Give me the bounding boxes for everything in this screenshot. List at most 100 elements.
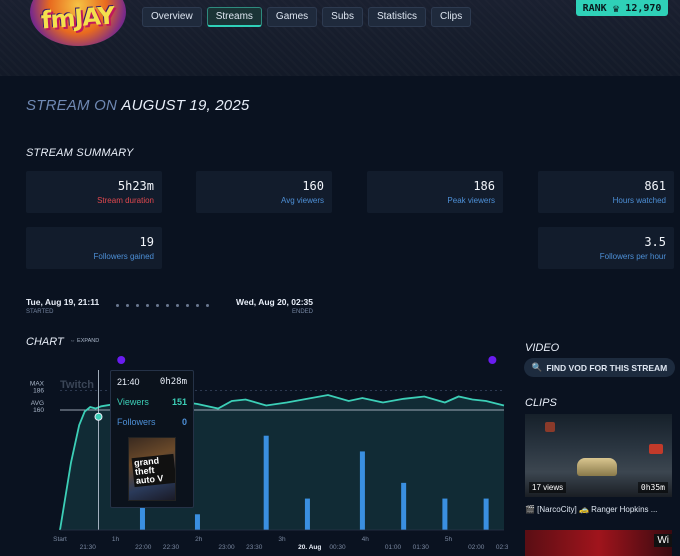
stream-end: Wed, Aug 20, 02:35 ENDED: [236, 297, 313, 315]
timeline-dot: [206, 304, 209, 307]
stat-value: 186: [473, 179, 495, 193]
followers-bar: [483, 498, 489, 530]
followers-bar: [263, 435, 269, 530]
video-heading: VIDEO: [525, 342, 560, 354]
y-axis-label: MAX: [30, 381, 45, 388]
stat-label: Hours watched: [612, 196, 666, 205]
timeline-dot: [116, 304, 119, 307]
start-label: STARTED: [26, 309, 54, 315]
tooltip-time: 21:40: [117, 377, 140, 387]
find-vod-button[interactable]: 🔍 FIND VOD FOR THIS STREAM: [524, 358, 675, 377]
stat-card: 5h23m Stream duration: [26, 171, 162, 213]
end-label: ENDED: [291, 309, 313, 315]
stat-label: Stream duration: [97, 196, 154, 205]
followers-bar: [194, 514, 200, 530]
summary-heading: STREAM SUMMARY: [26, 147, 134, 159]
timeline-dot: [186, 304, 189, 307]
x-tick-label: 01:30: [413, 544, 430, 551]
top-banner: fmJAY Overview Streams Games Subs Statistics…: [0, 0, 680, 76]
rank-badge: RANK ♛ 12,970: [576, 0, 668, 16]
stat-card: 3.5 Followers per hour: [538, 227, 674, 269]
nav-overview[interactable]: Overview: [142, 7, 202, 27]
clip-views: 17 views: [529, 482, 567, 493]
game-cover-text: grand theft auto V: [131, 453, 175, 488]
hover-point: [94, 412, 103, 421]
x-tick-label: Start: [53, 536, 67, 543]
clip-thumbnail[interactable]: 17 views 0h35m: [525, 414, 672, 497]
tooltip-followers-label: Followers: [117, 417, 156, 427]
thumbnail-car: [577, 458, 617, 476]
x-tick-label: 02:30: [496, 544, 508, 551]
clip-duration: 0h35m: [637, 482, 668, 493]
x-tick-label: 21:30: [80, 544, 97, 551]
title-prefix: STREAM ON: [26, 97, 117, 114]
nav-clips[interactable]: Clips: [430, 7, 472, 27]
event-marker: [488, 356, 497, 364]
followers-bar: [304, 498, 310, 530]
watermark-text: Twitch: [60, 379, 94, 391]
x-tick-label: 22:00: [135, 544, 152, 551]
tooltip-viewers-value: 151: [171, 397, 187, 407]
stat-label: Followers per hour: [599, 252, 666, 261]
page-title: STREAM ON AUGUST 19, 2025: [26, 97, 249, 114]
tooltip-followers-value: 0: [181, 417, 187, 427]
clip-overlay-text: Wi: [654, 534, 672, 547]
tooltip-duration: 0h28m: [159, 377, 187, 387]
y-axis-label: AVG: [31, 400, 44, 407]
stat-value: 19: [139, 235, 154, 249]
followers-bar: [401, 482, 407, 530]
followers-bar: [442, 498, 448, 530]
stream-start: Tue, Aug 19, 21:11 STARTED: [26, 297, 99, 315]
stat-label: Peak viewers: [447, 196, 495, 205]
nav-games[interactable]: Games: [266, 7, 318, 27]
find-vod-label: FIND VOD FOR THIS STREAM: [546, 362, 668, 373]
x-tick-label: 4h: [362, 536, 370, 543]
clip-title[interactable]: 🎬 [NarcoCity] 🚕 Ranger Hopkins ...: [525, 505, 675, 514]
x-tick-label: 02:00: [468, 544, 485, 551]
x-tick-label: 1h: [112, 536, 120, 543]
chart-tooltip: 21:40 0h28m Viewers 151 Followers 0 grand t…: [110, 370, 194, 508]
stat-card: 186 Peak viewers: [367, 171, 503, 213]
clips-heading: CLIPS: [525, 397, 557, 409]
x-tick-label: 23:30: [246, 544, 263, 551]
followers-bar: [359, 451, 365, 530]
nav-statistics[interactable]: Statistics: [367, 7, 426, 27]
x-tick-label: 5h: [445, 536, 453, 543]
chart-heading: CHART: [26, 336, 64, 348]
stream-chart[interactable]: Twitch MAX186 AVG160 Start 21:30 1h 22:00 22:30…: [24, 350, 508, 556]
timeline-dot: [126, 304, 129, 307]
clip-thumbnail-2[interactable]: Wi: [525, 530, 672, 556]
stat-value: 5h23m: [117, 179, 154, 193]
timeline-dot: [146, 304, 149, 307]
timeline-dot: [156, 304, 159, 307]
expand-chart-button[interactable]: ⇔ EXPAND: [70, 338, 99, 344]
timeline-dot: [136, 304, 139, 307]
stat-value: 861: [644, 179, 666, 193]
game-cover-image: grand theft auto V: [128, 437, 176, 501]
stat-label: Followers gained: [93, 252, 154, 261]
y-axis-value: 160: [33, 407, 44, 414]
search-icon: 🔍: [531, 362, 543, 372]
title-date: AUGUST 19, 2025: [121, 97, 250, 114]
tooltip-viewers-label: Viewers: [117, 397, 149, 407]
rank-value: 12,970: [625, 2, 662, 14]
x-tick-label: 3h: [278, 536, 286, 543]
x-tick-label: 2h: [195, 536, 203, 543]
timeline-dot: [176, 304, 179, 307]
stat-card: 160 Avg viewers: [196, 171, 332, 213]
x-tick-label: 01:00: [385, 544, 402, 551]
timeline-dot: [196, 304, 199, 307]
thumbnail-detail: [545, 422, 555, 432]
timeline-dot: [166, 304, 169, 307]
stat-card: 861 Hours watched: [538, 171, 674, 213]
x-tick-label: 23:00: [218, 544, 235, 551]
channel-logo[interactable]: fmJAY: [30, 0, 126, 46]
nav-subs[interactable]: Subs: [322, 7, 363, 27]
x-tick-label: 00:30: [329, 544, 346, 551]
stat-value: 3.5: [644, 235, 666, 249]
stat-card: 19 Followers gained: [26, 227, 162, 269]
nav-streams[interactable]: Streams: [206, 7, 262, 27]
y-axis-value: 186: [33, 388, 44, 395]
start-date: Tue, Aug 19, 21:11: [26, 297, 100, 307]
end-date: Wed, Aug 20, 02:35: [236, 297, 313, 307]
